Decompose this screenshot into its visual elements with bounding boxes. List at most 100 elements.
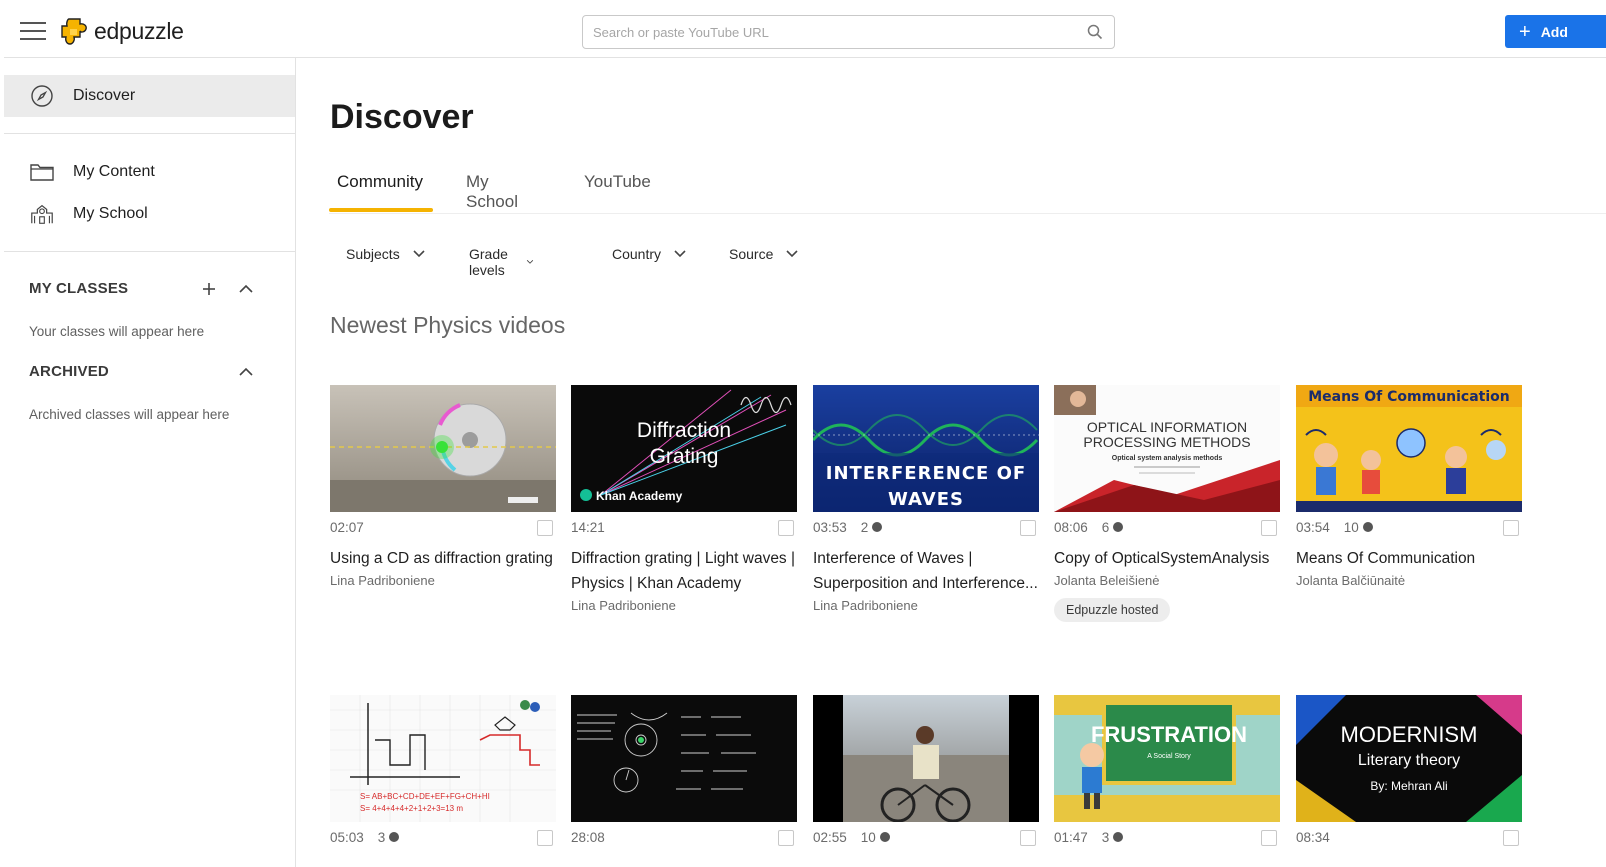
filter-grade-levels[interactable]: Grade levels (469, 246, 534, 278)
tab-my-school[interactable]: My School (466, 172, 518, 212)
video-meta: 28:08 (571, 822, 797, 852)
divider (4, 251, 295, 252)
tab-community[interactable]: Community (337, 172, 423, 192)
video-author[interactable]: Jolanta Beleišienė (1054, 573, 1280, 588)
question-icon (1362, 522, 1373, 532)
video-thumbnail[interactable] (571, 695, 797, 822)
video-card[interactable]: 28:08 (571, 695, 797, 852)
select-checkbox[interactable] (1020, 520, 1036, 536)
filter-label: Subjects (346, 246, 400, 262)
my-classes-title: MY CLASSES (29, 280, 129, 297)
select-checkbox[interactable] (1503, 830, 1519, 846)
filter-subjects[interactable]: Subjects (346, 246, 426, 262)
video-title[interactable]: Copy of OpticalSystemAnalysis (1054, 546, 1280, 571)
video-thumbnail[interactable]: MODERNISM Literary theory By: Mehran Ali (1296, 695, 1522, 822)
logo-text: edpuzzle (94, 17, 184, 44)
video-title[interactable]: Means Of Communication (1296, 546, 1522, 571)
select-checkbox[interactable] (537, 520, 553, 536)
compass-icon (29, 84, 55, 108)
video-author[interactable]: Lina Padriboniene (571, 598, 797, 613)
section-heading: Newest Physics videos (330, 312, 566, 338)
question-count: 3 (378, 830, 400, 845)
video-meta: 01:47 3 (1054, 822, 1280, 852)
video-meta: 02:55 10 (813, 822, 1039, 852)
svg-text:S= AB+BC+CD+DE+EF+FG+CH+HI: S= AB+BC+CD+DE+EF+FG+CH+HI (360, 792, 490, 801)
sidebar-item-discover[interactable]: Discover (4, 75, 295, 117)
question-count: 10 (1344, 520, 1373, 535)
video-duration: 02:55 (813, 829, 847, 845)
video-card[interactable]: OPTICAL INFORMATION PROCESSING METHODS O… (1054, 385, 1280, 622)
school-icon (29, 202, 55, 226)
select-checkbox[interactable] (537, 830, 553, 846)
select-checkbox[interactable] (1261, 830, 1277, 846)
question-count-value: 10 (860, 829, 876, 845)
video-thumbnail[interactable] (813, 695, 1039, 822)
video-title[interactable]: Using a CD as diffraction grating (330, 546, 556, 571)
filter-source[interactable]: Source (729, 246, 799, 262)
video-duration: 03:54 (1296, 519, 1330, 535)
video-duration: 28:08 (571, 829, 605, 845)
select-checkbox[interactable] (1020, 830, 1036, 846)
add-button[interactable]: + Add (1505, 15, 1606, 48)
add-button-label: Add (1540, 23, 1568, 40)
video-thumbnail[interactable]: OPTICAL INFORMATION PROCESSING METHODS O… (1054, 385, 1280, 512)
top-bar: edpuzzle + Add (4, 4, 1606, 58)
video-thumbnail[interactable] (330, 385, 556, 512)
add-class-icon[interactable] (198, 278, 220, 300)
question-icon (1113, 832, 1124, 842)
video-card[interactable]: Diffraction Grating Khan Academy 14:21 D… (571, 385, 797, 613)
video-duration: 03:53 (813, 519, 847, 535)
archived-hint: Archived classes will appear here (29, 407, 230, 422)
chevron-down-icon (526, 259, 534, 264)
video-duration: 08:06 (1054, 519, 1088, 535)
video-thumbnail[interactable]: Diffraction Grating Khan Academy (571, 385, 797, 512)
video-card[interactable]: Means Of Communication 03:54 10 Means Of… (1296, 385, 1522, 588)
plus-icon: + (1519, 20, 1531, 43)
thumb-caption: Means Of Communication (1308, 389, 1510, 405)
thumb-caption: WAVES (888, 489, 964, 510)
chevron-up-icon[interactable] (235, 278, 257, 300)
filter-label: Country (612, 246, 662, 262)
video-thumbnail[interactable]: INTERFERENCE OF WAVES (813, 385, 1039, 512)
video-thumbnail[interactable]: Means Of Communication (1296, 385, 1522, 512)
filter-label: Source (729, 246, 774, 262)
video-card[interactable]: 02:55 10 (813, 695, 1039, 852)
search-bar[interactable] (582, 15, 1115, 49)
video-duration: 01:47 (1054, 829, 1088, 845)
sidebar-item-my-school[interactable]: My School (4, 193, 295, 235)
video-title[interactable]: Interference of Waves | Superposition an… (813, 546, 1039, 596)
video-thumbnail[interactable]: S= AB+BC+CD+DE+EF+FG+CH+HI S= 4+4+4+4+2+… (330, 695, 556, 822)
video-card[interactable]: 02:07 Using a CD as diffraction grating … (330, 385, 556, 588)
video-thumbnail[interactable]: FRUSTRATION A Social Story (1054, 695, 1280, 822)
sidebar-item-my-content[interactable]: My Content (4, 151, 295, 193)
chevron-up-icon[interactable] (235, 361, 257, 383)
video-author[interactable]: Lina Padriboniene (330, 573, 556, 588)
video-card[interactable]: MODERNISM Literary theory By: Mehran Ali… (1296, 695, 1522, 852)
video-meta: 02:07 (330, 512, 556, 542)
video-author[interactable]: Lina Padriboniene (813, 598, 1039, 613)
search-input[interactable] (593, 24, 1086, 40)
video-meta: 08:34 (1296, 822, 1522, 852)
question-count-value: 3 (1101, 829, 1110, 845)
video-title[interactable]: Diffraction grating | Light waves | Phys… (571, 546, 797, 596)
select-checkbox[interactable] (778, 520, 794, 536)
thumb-caption: OPTICAL INFORMATION (1087, 419, 1247, 435)
logo[interactable]: edpuzzle (60, 14, 184, 48)
search-icon[interactable] (1086, 23, 1104, 41)
filter-country[interactable]: Country (612, 246, 687, 262)
main-content: Discover Community My School YouTube Sub… (296, 58, 1606, 867)
question-icon (389, 832, 400, 842)
video-card[interactable]: FRUSTRATION A Social Story 01:47 3 (1054, 695, 1280, 852)
sidebar-item-label: My Content (73, 163, 155, 180)
menu-icon[interactable] (20, 20, 46, 42)
video-author[interactable]: Jolanta Balčiūnaitė (1296, 573, 1522, 588)
select-checkbox[interactable] (1503, 520, 1519, 536)
select-checkbox[interactable] (1261, 520, 1277, 536)
question-count-value: 3 (377, 829, 386, 845)
tab-youtube[interactable]: YouTube (584, 172, 651, 192)
video-card[interactable]: S= AB+BC+CD+DE+EF+FG+CH+HI S= 4+4+4+4+2+… (330, 695, 556, 852)
video-card[interactable]: INTERFERENCE OF WAVES 03:53 2 Interferen… (813, 385, 1039, 613)
select-checkbox[interactable] (778, 830, 794, 846)
thumb-caption: Grating (650, 445, 719, 468)
thumb-caption: FRUSTRATION (1091, 722, 1247, 747)
